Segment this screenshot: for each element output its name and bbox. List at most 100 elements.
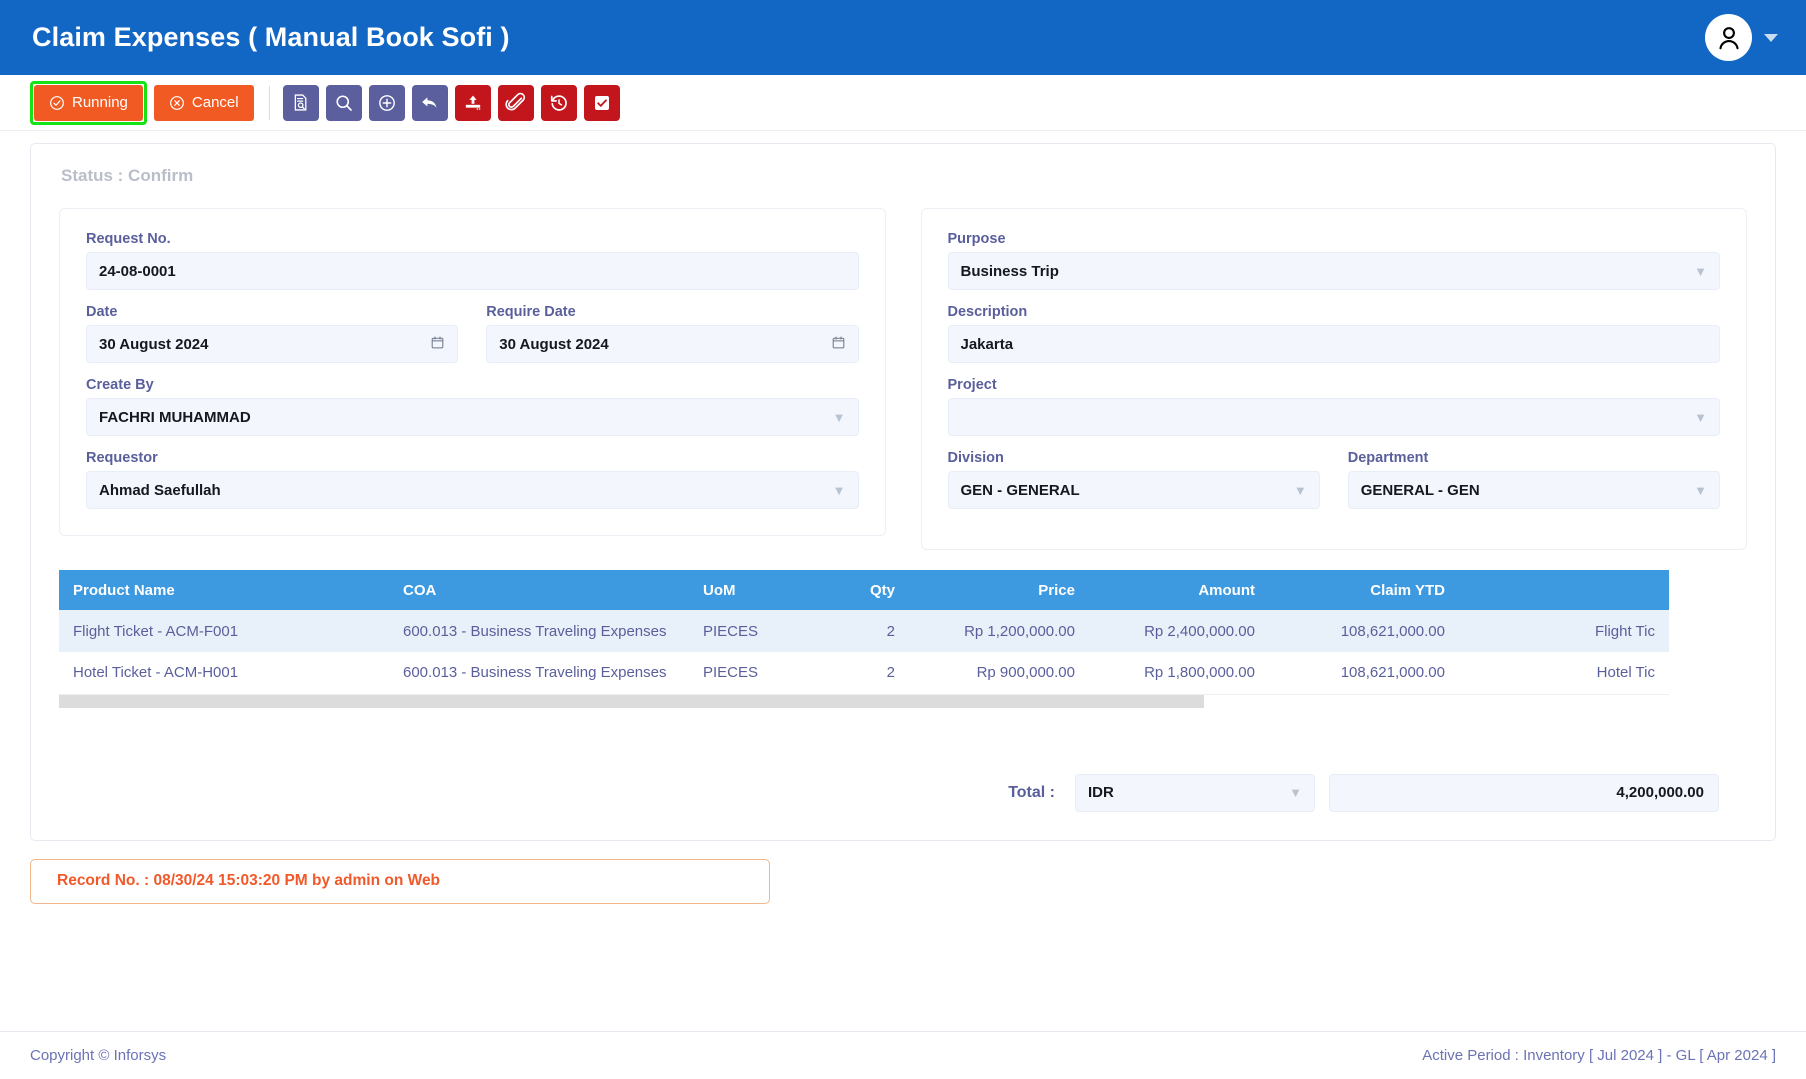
project-select[interactable]: ▼ (947, 398, 1720, 436)
total-amount-field[interactable]: 4,200,000.00 (1329, 773, 1719, 812)
division-value: GEN - GENERAL (960, 481, 1080, 499)
chevron-down-icon[interactable]: ▼ (1289, 786, 1302, 799)
requestor-select[interactable]: Ahmad Saefullah ▼ (86, 471, 859, 509)
field-create-by: Create By FACHRI MUHAMMAD ▼ (86, 377, 859, 436)
division-select[interactable]: GEN - GENERAL ▼ (947, 471, 1320, 509)
x-circle-icon (169, 95, 184, 110)
cancel-button-label: Cancel (191, 94, 239, 111)
search-button[interactable] (325, 84, 362, 121)
chevron-down-icon[interactable]: ▼ (1694, 484, 1707, 497)
field-department: Department GENERAL - GEN ▼ (1347, 450, 1720, 509)
column-header-claim-ytd[interactable]: Claim YTD (1269, 570, 1459, 610)
user-icon (1718, 26, 1739, 49)
total-amount-value: 4,200,000.00 (1616, 784, 1704, 801)
avatar[interactable] (1705, 14, 1752, 61)
horizontal-scrollbar[interactable] (59, 694, 1204, 708)
field-project: Project ▼ (947, 377, 1720, 436)
add-button[interactable] (368, 84, 405, 121)
cell-description: Hotel Tic (1459, 652, 1669, 695)
table-header: Product Name COA UoM Qty Price Amount Cl… (59, 570, 1669, 610)
cell-product-name: Flight Ticket - ACM-F001 (59, 610, 389, 652)
upload-button[interactable] (454, 84, 491, 121)
date-input[interactable]: 30 August 2024 (86, 325, 459, 363)
document-search-icon (294, 94, 307, 111)
cell-price: Rp 900,000.00 (909, 652, 1089, 695)
caret-down-icon[interactable] (1764, 33, 1778, 42)
undo-button[interactable] (411, 84, 448, 121)
create-by-select[interactable]: FACHRI MUHAMMAD ▼ (86, 398, 859, 436)
attachment-button[interactable] (497, 84, 534, 121)
calendar-icon[interactable] (831, 335, 846, 354)
total-row: Total : IDR ▼ 4,200,000.00 (59, 773, 1747, 812)
date-row: Date 30 August 2024 Require Date 30 Augu… (86, 304, 859, 377)
cell-coa: 600.013 - Business Traveling Expenses (389, 652, 689, 695)
total-label: Total : (1008, 783, 1055, 801)
description-label: Description (947, 304, 1028, 320)
cell-amount: Rp 2,400,000.00 (1089, 610, 1269, 652)
create-by-value: FACHRI MUHAMMAD (99, 408, 251, 426)
status-button-highlight: Running (30, 80, 147, 125)
plus-circle-icon (378, 94, 395, 111)
column-header-uom[interactable]: UoM (689, 570, 809, 610)
request-no-input[interactable]: 24-08-0001 (86, 252, 859, 290)
column-header-qty[interactable]: Qty (809, 570, 909, 610)
upload-icon (465, 95, 480, 110)
status-text: Status : Confirm (61, 166, 194, 185)
department-select[interactable]: GENERAL - GEN ▼ (1347, 471, 1720, 509)
table-row[interactable]: Flight Ticket - ACM-F001 600.013 - Busin… (59, 610, 1669, 652)
search-icon (336, 94, 352, 111)
chevron-down-icon[interactable]: ▼ (1694, 265, 1707, 278)
calendar-icon[interactable] (430, 335, 445, 354)
running-status-label: Running (72, 94, 128, 111)
check-circle-icon (50, 95, 64, 110)
checkbox-icon (594, 95, 609, 110)
cell-coa: 600.013 - Business Traveling Expenses (389, 610, 689, 652)
history-button[interactable] (540, 84, 577, 121)
paperclip-icon (505, 92, 526, 111)
field-request-no: Request No. 24-08-0001 (86, 231, 859, 290)
division-label: Division (947, 450, 1004, 466)
require-date-input[interactable]: 30 August 2024 (486, 325, 859, 363)
field-division: Division GEN - GENERAL ▼ (947, 450, 1320, 509)
date-value: 30 August 2024 (99, 335, 209, 353)
copyright-text: Copyright © Inforsys (30, 1047, 167, 1064)
cell-qty: 2 (809, 610, 909, 652)
require-date-label: Require Date (486, 304, 576, 320)
history-icon (550, 94, 567, 111)
request-no-label: Request No. (86, 231, 171, 247)
table-row[interactable]: Hotel Ticket - ACM-H001 600.013 - Busine… (59, 652, 1669, 695)
cancel-button[interactable]: Cancel (153, 84, 254, 121)
cell-qty: 2 (809, 652, 909, 695)
cell-claim-ytd: 108,621,000.00 (1269, 610, 1459, 652)
form-panels: Request No. 24-08-0001 Date 30 August 20… (59, 208, 1747, 550)
currency-select[interactable]: IDR ▼ (1075, 773, 1315, 812)
column-header-product-name[interactable]: Product Name (59, 570, 389, 610)
column-header-description[interactable] (1459, 570, 1669, 610)
page-title: Claim Expenses ( Manual Book Sofi ) (32, 22, 510, 52)
column-header-coa[interactable]: COA (389, 570, 689, 610)
page-body: Status : Confirm Request No. 24-08-0001 … (0, 143, 1806, 841)
field-description: Description Jakarta (947, 304, 1720, 363)
line-items-table: Product Name COA UoM Qty Price Amount Cl… (59, 570, 1669, 695)
chevron-down-icon[interactable]: ▼ (833, 411, 846, 424)
record-note-text: Record No. : 08/30/24 15:03:20 PM by adm… (57, 872, 441, 889)
column-header-price[interactable]: Price (909, 570, 1089, 610)
table-body: Flight Ticket - ACM-F001 600.013 - Busin… (59, 610, 1669, 695)
description-input[interactable]: Jakarta (947, 325, 1720, 363)
user-menu[interactable] (1705, 14, 1778, 61)
cell-amount: Rp 1,800,000.00 (1089, 652, 1269, 695)
line-items-table-wrapper: Product Name COA UoM Qty Price Amount Cl… (59, 570, 1747, 708)
request-no-value: 24-08-0001 (99, 262, 176, 280)
document-search-button[interactable] (282, 84, 319, 121)
chevron-down-icon[interactable]: ▼ (1694, 411, 1707, 424)
left-form-panel: Request No. 24-08-0001 Date 30 August 20… (59, 208, 886, 536)
approve-button[interactable] (583, 84, 620, 121)
chevron-down-icon[interactable]: ▼ (1294, 484, 1307, 497)
project-label: Project (947, 377, 997, 393)
right-form-panel: Purpose Business Trip ▼ Description Jaka… (920, 208, 1747, 550)
chevron-down-icon[interactable]: ▼ (833, 484, 846, 497)
purpose-select[interactable]: Business Trip ▼ (947, 252, 1720, 290)
create-by-label: Create By (86, 377, 154, 393)
column-header-amount[interactable]: Amount (1089, 570, 1269, 610)
running-status-button[interactable]: Running (34, 84, 143, 121)
